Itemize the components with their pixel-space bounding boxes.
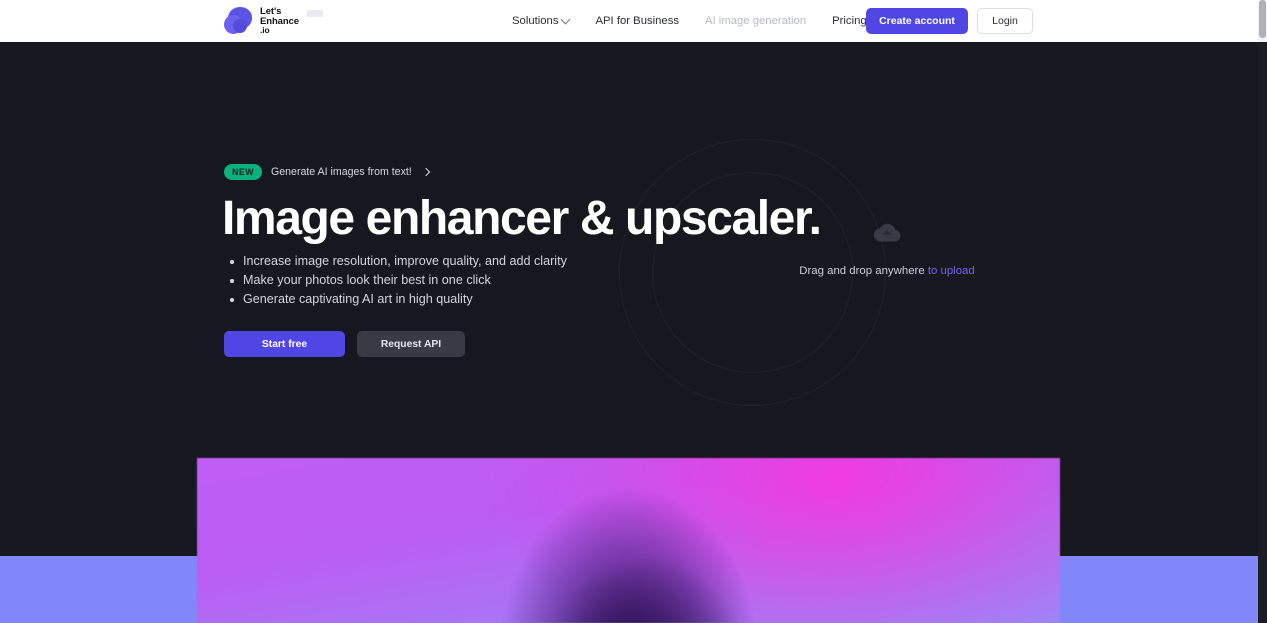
logo-wordmark: Let's Enhance .io <box>260 6 299 36</box>
showcase-gradient-image <box>197 458 1060 623</box>
scrollbar-track-dark-region <box>1258 42 1267 623</box>
dropzone-static-text: Drag and drop anywhere <box>799 265 928 277</box>
list-item: Increase image resolution, improve quali… <box>229 252 567 271</box>
hero-section: NEW Generate AI images from text! Image … <box>0 42 1258 458</box>
vertical-scrollbar-track[interactable] <box>1258 0 1267 623</box>
site-logo[interactable]: Let's Enhance .io <box>224 5 323 37</box>
nav-label-api-for-business: API for Business <box>595 15 679 27</box>
list-item: Generate captivating AI art in high qual… <box>229 290 567 309</box>
logo-line-3: .io <box>260 25 270 36</box>
request-api-button[interactable]: Request API <box>357 331 465 357</box>
page-title: Image enhancer & upscaler. <box>222 192 822 245</box>
upload-link[interactable]: to upload <box>928 265 975 277</box>
site-header: Let's Enhance .io Solutions API for Busi… <box>0 0 1258 42</box>
logo-blob-icon <box>224 6 254 36</box>
start-free-button[interactable]: Start free <box>224 331 345 357</box>
vertical-scrollbar-thumb[interactable] <box>1259 0 1266 38</box>
announcement-banner[interactable]: NEW Generate AI images from text! <box>224 164 431 180</box>
upload-dropzone[interactable]: Drag and drop anywhere to upload <box>752 222 1022 332</box>
list-item: Make your photos look their best in one … <box>229 271 567 290</box>
chevron-down-icon <box>561 14 571 24</box>
cta-button-group: Start free Request API <box>224 331 465 357</box>
nav-item-solutions[interactable]: Solutions <box>512 14 582 27</box>
nav-label-pricing: Pricing <box>832 15 867 27</box>
dropzone-text: Drag and drop anywhere to upload <box>799 265 974 277</box>
announcement-text: Generate AI images from text! <box>271 166 412 178</box>
logo-badge-block-icon <box>306 9 323 17</box>
chevron-right-icon <box>421 167 431 177</box>
nav-item-api-for-business[interactable]: API for Business <box>595 15 692 27</box>
cloud-upload-icon <box>872 222 902 249</box>
create-account-button[interactable]: Create account <box>866 8 968 34</box>
page-viewport: Let's Enhance .io Solutions API for Busi… <box>0 0 1258 623</box>
nav-label-solutions: Solutions <box>512 15 559 27</box>
new-badge: NEW <box>224 164 263 180</box>
nav-label-ai-image-generation: AI image generation <box>705 15 807 27</box>
login-button[interactable]: Login <box>977 8 1033 34</box>
feature-bullet-list: Increase image resolution, improve quali… <box>229 252 567 309</box>
nav-item-ai-image-generation[interactable]: AI image generation <box>705 15 819 27</box>
